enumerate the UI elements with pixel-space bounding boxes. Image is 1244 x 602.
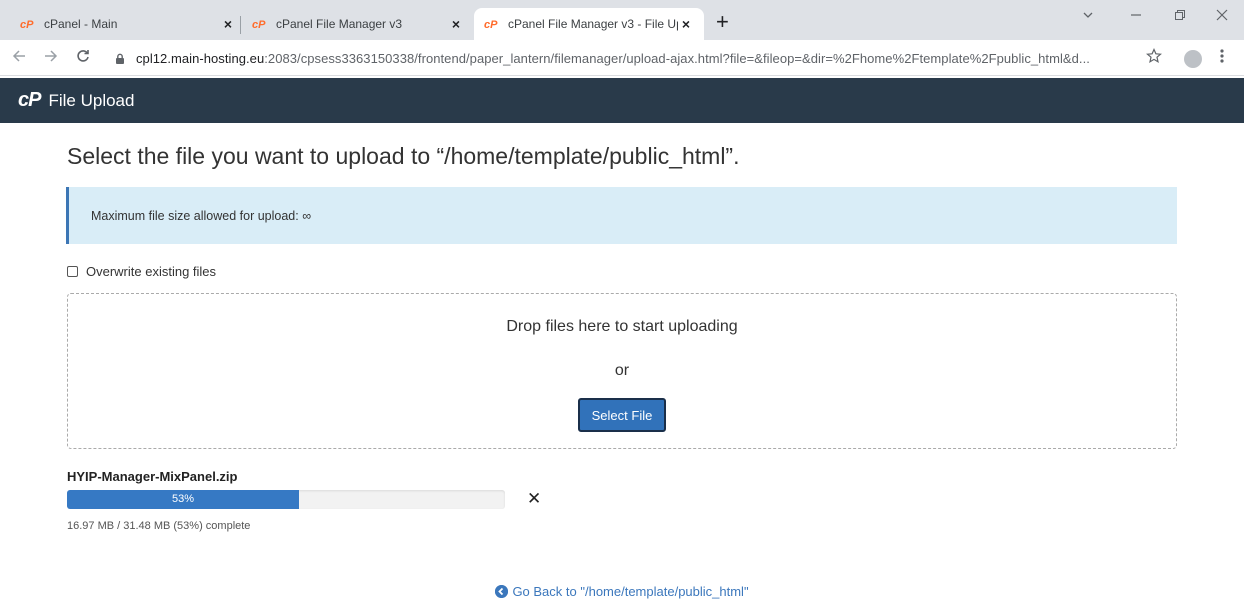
go-back-link[interactable]: Go Back to "/home/template/public_html" (0, 584, 1244, 599)
tab-separator (240, 16, 241, 34)
app-header: cP File Upload (0, 78, 1244, 123)
arrow-right-icon[interactable] (44, 48, 58, 68)
cancel-upload-icon[interactable]: ✕ (527, 489, 541, 509)
svg-text:cP: cP (20, 19, 34, 30)
address-bar[interactable]: cpl12.main-hosting.eu:2083/cpsess3363150… (104, 44, 1168, 72)
tab-cpanel-main[interactable]: cP cPanel - Main × (12, 8, 244, 40)
star-icon[interactable] (1146, 48, 1162, 69)
lock-icon[interactable] (114, 52, 126, 64)
tab-title: cPanel File Manager v3 (276, 17, 403, 31)
tab-file-upload[interactable]: cP cPanel File Manager v3 - File Upl × (474, 8, 704, 40)
svg-text:cP: cP (252, 19, 266, 30)
url-host: cpl12.main-hosting.eu (136, 50, 265, 66)
overwrite-label[interactable]: Overwrite existing files (86, 264, 216, 279)
or-text: or (614, 362, 630, 379)
overwrite-checkbox[interactable] (67, 266, 78, 277)
file-dropzone[interactable]: Drop files here to start uploading or Se… (67, 293, 1177, 449)
tab-close-icon[interactable]: × (678, 16, 694, 32)
select-file-button[interactable]: Select File (578, 398, 666, 432)
new-tab-button[interactable]: + (716, 11, 729, 33)
minimize-icon[interactable] (1130, 8, 1142, 25)
upload-progress-fill: 53% (67, 490, 300, 509)
maximize-icon[interactable] (1174, 8, 1186, 25)
url-text: cpl12.main-hosting.eu:2083/cpsess3363150… (136, 51, 1090, 66)
dropzone-text: Drop files here to start uploading (506, 318, 738, 335)
upload-file-name: HYIP-Manager-MixPanel.zip (67, 469, 238, 484)
tab-close-icon[interactable]: × (448, 16, 464, 32)
profile-icon[interactable] (1184, 50, 1202, 68)
tab-title: cPanel - Main (44, 17, 118, 31)
upload-status-text: 16.97 MB / 31.48 MB (53%) complete (67, 520, 251, 532)
browser-tab-strip: cP cPanel - Main × cP cPanel File Manage… (0, 0, 1244, 40)
kebab-menu-icon[interactable] (1220, 48, 1224, 69)
tab-title: cPanel File Manager v3 - File Upl (508, 17, 678, 31)
max-size-alert: Maximum file size allowed for upload: ∞ (66, 187, 1177, 244)
arrow-left-icon[interactable] (12, 48, 26, 68)
cpanel-favicon-icon: cP (252, 16, 268, 32)
cpanel-favicon-icon: cP (484, 16, 500, 32)
go-back-text[interactable]: Go Back to "/home/template/public_html" (512, 584, 748, 599)
alert-text: Maximum file size allowed for upload: ∞ (91, 208, 312, 223)
chevron-down-icon[interactable] (1082, 8, 1094, 25)
browser-toolbar: cpl12.main-hosting.eu:2083/cpsess3363150… (0, 40, 1244, 76)
cpanel-logo[interactable]: cP (18, 89, 41, 112)
overwrite-option[interactable]: Overwrite existing files (67, 264, 216, 279)
url-path: :2083/cpsess3363150338/frontend/paper_la… (264, 50, 1090, 66)
close-icon[interactable] (1216, 8, 1228, 25)
upload-progress-bar: 53% (67, 490, 505, 509)
cpanel-favicon-icon: cP (20, 16, 36, 32)
reload-icon[interactable] (76, 48, 90, 68)
tab-file-manager[interactable]: cP cPanel File Manager v3 × (244, 8, 472, 40)
tab-close-icon[interactable]: × (220, 16, 236, 32)
upload-heading: Select the file you want to upload to “/… (67, 143, 740, 169)
arrow-circle-left-icon (495, 585, 509, 598)
svg-text:cP: cP (484, 19, 498, 30)
page-title: File Upload (48, 90, 135, 110)
